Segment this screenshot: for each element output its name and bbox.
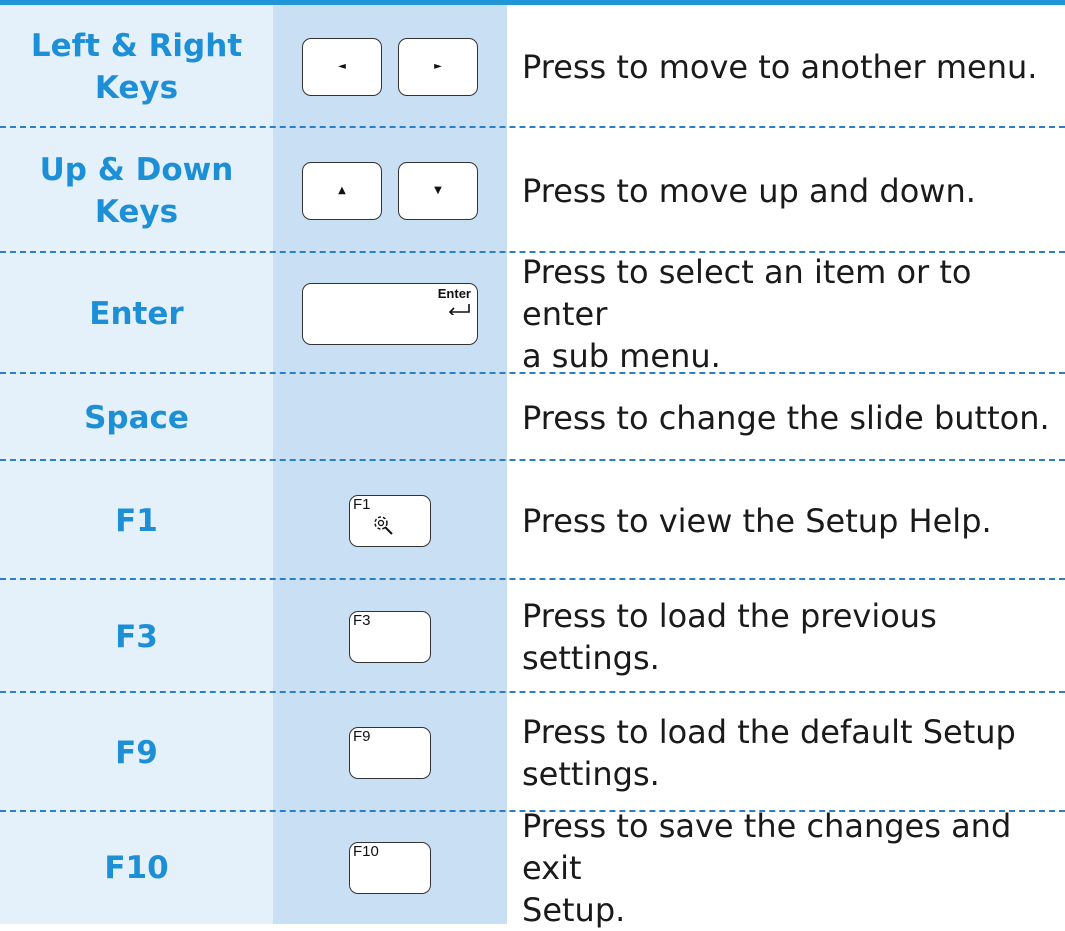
key-name-line: F3 (115, 618, 158, 655)
left-arrow-icon: ◄ (338, 60, 346, 72)
down-arrow-icon: ▼ (434, 184, 442, 196)
key-name-cell: F3 (0, 580, 273, 693)
description-text: Setup. (522, 891, 626, 929)
key-name-line: Enter (89, 295, 184, 332)
key-name-cell: Up & Down Keys (0, 128, 273, 253)
description-cell: Press to load the previous settings. (507, 580, 1065, 693)
table-row-enter: Enter Enter Press to select an item or t… (0, 252, 1065, 375)
table-row-f9: F9 F9 Press to load the default Setup set… (0, 693, 1065, 812)
description-text: Press to select an item or to enter (522, 252, 972, 333)
settings-help-icon (374, 515, 393, 535)
key-name-line: F9 (115, 734, 158, 771)
f1-key-label: F1 (353, 495, 371, 513)
enter-return-icon (448, 303, 470, 315)
description-cell: Press to save the changes and exit Setup. (507, 807, 1065, 929)
key-name-line: Keys (94, 193, 179, 230)
key-name-cell: F1 (0, 461, 273, 580)
table-row-f1: F1 F1 Press to view the Setup Help. (0, 461, 1065, 580)
key-name-cell: Enter (0, 253, 273, 374)
enter-key: Enter (302, 282, 478, 345)
up-arrow-icon: ▲ (338, 184, 346, 196)
key-name-line: Up & Down (39, 151, 234, 188)
enter-key-label: Enter (437, 285, 471, 301)
f10-key-label: F10 (353, 843, 379, 860)
key-name-line: F10 (104, 850, 169, 886)
key-illustration-cell (273, 374, 507, 461)
key-name-cell: F9 (0, 693, 273, 812)
description-text: Press to view the Setup Help. (522, 501, 992, 540)
key-illustration-cell: F9 (273, 693, 507, 812)
right-arrow-icon: ► (434, 60, 442, 72)
table-row-left-right: Left & Right Keys ◄ ► Press to move to an… (0, 5, 1065, 128)
key-illustration-cell: F3 (273, 580, 507, 693)
up-arrow-key: ▲ (302, 161, 382, 220)
key-illustration-cell: F1 (273, 461, 507, 580)
table-row-up-down: Up & Down Keys ▲ ▼ Press to move up and d… (0, 128, 1065, 253)
key-name-line: Keys (94, 69, 179, 106)
description-text: Press to change the slide button. (522, 398, 1050, 437)
down-arrow-key: ▼ (398, 161, 478, 220)
description-cell: Press to load the default Setup settings. (507, 693, 1065, 812)
f9-key: F9 (349, 726, 431, 779)
key-illustration-cell: Enter (273, 253, 507, 374)
description-cell: Press to move up and down. (507, 128, 1065, 253)
table-row-space: Space Press to change the slide button. (0, 374, 1065, 461)
key-illustration-cell: F10 (273, 812, 507, 924)
description-cell: Press to select an item or to enter a sub… (507, 252, 1065, 375)
f3-key: F3 (349, 610, 431, 663)
f10-key: F10 (349, 842, 431, 894)
description-cell: Press to move to another menu. (507, 5, 1065, 128)
key-name-cell: Left & Right Keys (0, 5, 273, 128)
key-reference-table: Left & Right Keys ◄ ► Press to move to an… (0, 5, 1065, 929)
key-illustration-cell: ◄ ► (273, 5, 507, 128)
table-row-f10: F10 F10 Press to save the changes and ex… (0, 807, 1065, 929)
f1-key: F1 (349, 494, 431, 547)
description-text: Press to move up and down. (522, 171, 976, 210)
key-name-line: Left & Right (30, 27, 243, 64)
description-cell: Press to view the Setup Help. (507, 461, 1065, 580)
right-arrow-key: ► (398, 37, 478, 96)
key-name-cell: Space (0, 374, 273, 461)
description-text: a sub menu. (522, 336, 721, 375)
key-illustration-cell: ▲ ▼ (273, 128, 507, 253)
description-cell: Press to change the slide button. (507, 374, 1065, 461)
key-name-line: F1 (115, 502, 158, 539)
key-name-line: Space (84, 399, 189, 436)
f9-key-label: F9 (353, 727, 371, 745)
f3-key-label: F3 (353, 611, 371, 629)
key-name-cell: F10 (0, 812, 273, 924)
description-text: Press to move to another menu. (522, 47, 1038, 86)
description-text: Press to load the default Setup (522, 712, 1016, 751)
description-text: Press to load the previous settings. (522, 596, 937, 677)
table-row-f3: F3 F3 Press to load the previous setting… (0, 580, 1065, 693)
description-text: settings. (522, 754, 660, 793)
left-arrow-key: ◄ (302, 37, 382, 96)
description-text: Press to save the changes and exit (522, 807, 1012, 887)
